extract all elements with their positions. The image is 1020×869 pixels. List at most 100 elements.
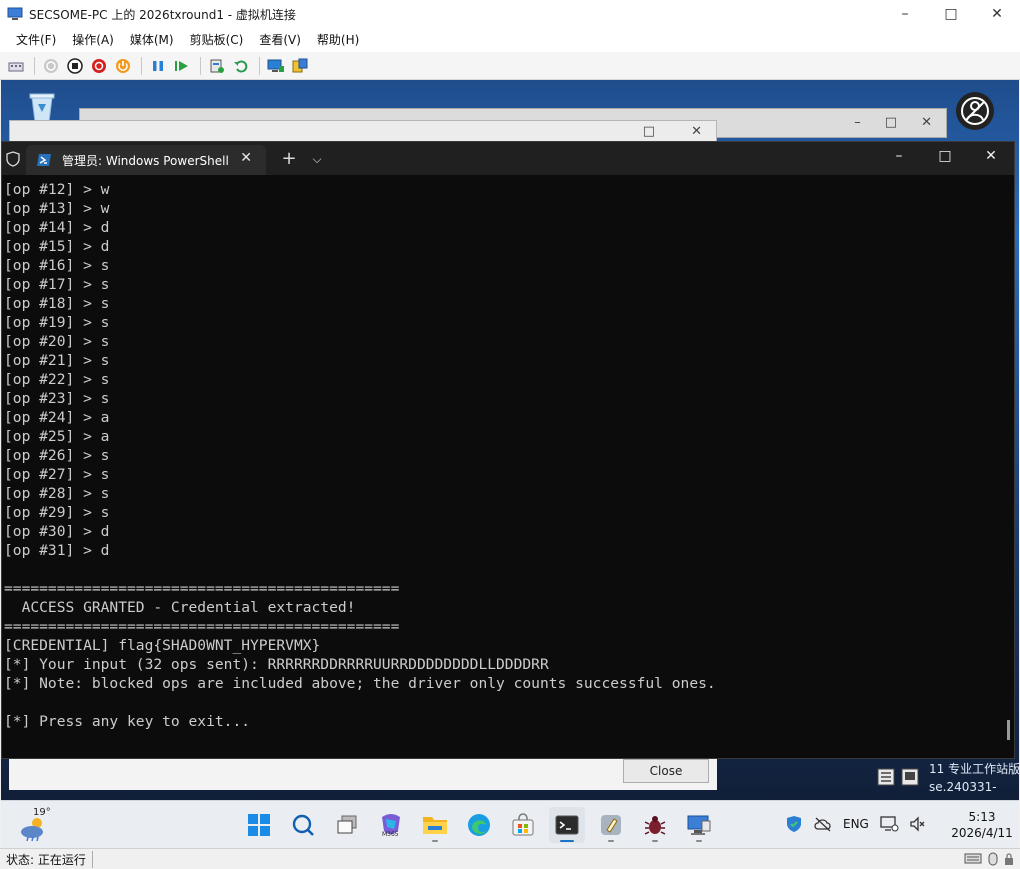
enhanced-session-button[interactable] [265,55,287,77]
maximize-icon[interactable]: □ [885,115,897,130]
weather-widget[interactable]: 19° [19,807,53,842]
terminal-line: [*] Note: blocked ops are included above… [4,675,716,692]
revert-button[interactable] [230,55,252,77]
start-vm-button[interactable] [40,55,62,77]
running-indicator [560,840,574,842]
menu-help[interactable]: 帮助(H) [309,28,367,52]
windows-logo-icon [248,814,270,836]
minimize-icon[interactable]: – [854,115,861,130]
vm-close-button[interactable]: ✕ [974,0,1020,28]
clock-time: 5:13 [968,810,996,824]
maximize-icon[interactable]: □ [643,124,655,139]
toolbar-separator [34,56,35,75]
bug-icon [644,816,666,835]
terminal-line: ========================================… [4,618,400,635]
vm-monitor-icon [687,815,711,835]
network-icon[interactable] [879,815,899,833]
debugger-app[interactable] [637,807,673,843]
folder-icon [423,817,447,834]
display-icon[interactable] [901,768,919,786]
start-button[interactable] [241,807,277,843]
shut-down-button[interactable] [88,55,110,77]
terminal-output[interactable]: [op #12] > w [op #13] > w [op #14] > d [op … [4,180,1008,758]
store-icon [512,813,534,836]
terminal-line: [op #23] > s [4,390,110,407]
terminal-line: [op #16] > s [4,257,110,274]
taskbar-clock[interactable]: 5:13 2026/4/11 [949,809,1015,841]
terminal-line: [op #20] > s [4,333,110,350]
ctrl-alt-del-button[interactable] [5,55,27,77]
terminal-line: [op #14] > d [4,219,110,236]
running-indicator [696,840,702,842]
menu-action[interactable]: 操作(A) [64,28,122,52]
vm-maximize-button[interactable]: □ [928,0,974,28]
menu-view[interactable]: 查看(V) [251,28,309,52]
language-indicator[interactable]: ENG [843,817,869,831]
terminal-app[interactable] [549,807,585,843]
terminal-line: [op #22] > s [4,371,110,388]
system-tray: ENG [785,815,927,833]
lock-icon [1005,853,1013,865]
power-gray-icon [44,58,58,73]
vm-app[interactable] [681,807,717,843]
volume-muted-icon[interactable] [909,815,927,833]
terminal-line: [op #31] > d [4,542,110,559]
running-indicator [608,840,614,842]
terminal-line: [op #28] > s [4,485,110,502]
vm-minimize-button[interactable]: – [882,0,928,28]
monitor-icon [267,59,284,72]
terminal-icon [555,815,579,835]
save-state-button[interactable] [112,55,134,77]
checkpoint-button[interactable] [206,55,228,77]
terminal-line: [op #19] > s [4,314,110,331]
terminal-line: [op #29] > s [4,504,110,521]
mouse-icon [988,852,998,866]
toolbar-separator [200,56,201,75]
powershell-icon [37,154,51,166]
terminal-maximize-button[interactable]: □ [922,142,968,170]
accessibility-icon [961,97,989,125]
task-view-icon [337,815,357,834]
list-view-icon[interactable] [877,768,895,786]
terminal-line: [op #18] > s [4,295,110,312]
chevron-down-icon[interactable]: ⌵ [306,148,328,170]
turn-off-button[interactable] [64,55,86,77]
terminal-close-button[interactable]: ✕ [968,142,1014,170]
tab-close-icon[interactable]: ✕ [240,150,252,166]
menu-media[interactable]: 媒体(M) [122,28,182,52]
weather-cloud-icon [21,818,43,842]
search-button[interactable] [285,807,321,843]
menu-file[interactable]: 文件(F) [8,28,64,52]
security-shield-icon[interactable] [785,815,803,833]
dialog-close-button[interactable]: Close [623,759,709,783]
new-tab-button[interactable]: + [278,148,300,170]
terminal-line: ACCESS GRANTED - Credential extracted! [4,599,356,616]
terminal-line: [CREDENTIAL] flag{SHAD0WNT_HYPERVMX} [4,637,321,654]
m365-app[interactable]: M365 [373,807,409,843]
close-icon[interactable]: ✕ [691,124,702,139]
store-app[interactable] [505,807,541,843]
share-button[interactable] [289,55,311,77]
powershell-window[interactable]: 管理员: Windows PowerShell ✕ + ⌵ – □ ✕ [op … [1,141,1015,759]
task-view-button[interactable] [329,807,365,843]
menu-clipboard[interactable]: 剪贴板(C) [182,28,252,52]
edge-app[interactable] [461,807,497,843]
file-explorer-app[interactable] [417,807,453,843]
vm-toolbar [0,52,1020,80]
resume-button[interactable] [171,55,193,77]
close-icon[interactable]: ✕ [921,115,932,130]
terminal-line: [op #13] > w [4,200,110,217]
cloud-offline-icon[interactable] [813,816,833,832]
terminal-minimize-button[interactable]: – [876,142,922,170]
pause-button[interactable] [147,55,169,77]
notes-app[interactable] [593,807,629,843]
terminal-line: [op #26] > s [4,447,110,464]
terminal-tab-powershell[interactable]: 管理员: Windows PowerShell ✕ [26,145,266,175]
terminal-line: [op #15] > d [4,238,110,255]
user-avatar-icon[interactable] [956,92,994,130]
terminal-line: [op #30] > d [4,523,110,540]
terminal-scrollbar[interactable] [1007,720,1010,740]
